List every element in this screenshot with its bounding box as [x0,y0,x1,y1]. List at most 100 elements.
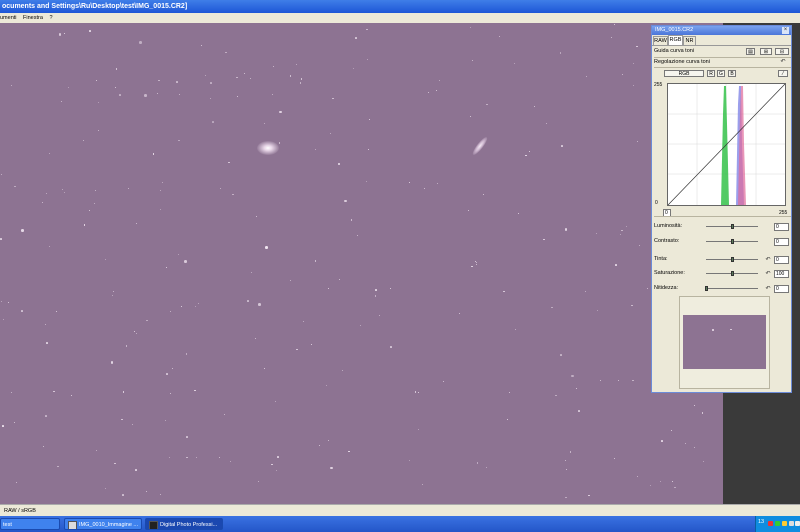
slider-thumb[interactable] [731,239,734,244]
slider-value-field[interactable]: 0 [774,285,789,293]
star [438,79,440,81]
star [58,33,62,36]
close-icon[interactable]: × [782,27,789,34]
slider-thumb[interactable] [731,271,734,276]
star [219,456,221,458]
star [408,181,411,184]
preview-star [712,329,714,331]
slider-thumb[interactable] [705,286,708,291]
channel-button-b[interactable]: B [728,70,736,77]
slider-label: Saturazione: [654,270,685,276]
star [476,261,478,263]
star [271,463,273,466]
curve-preset-icon[interactable]: ▤ [746,48,755,55]
curve-save-icon[interactable]: ⊟ [775,48,789,55]
star [632,62,635,65]
image-canvas[interactable] [0,23,723,504]
menu-item-strumenti[interactable]: umenti [0,15,17,21]
star [355,37,357,39]
star [275,469,277,471]
star [310,343,312,345]
curve-load-icon[interactable]: ⊞ [760,48,772,55]
tray-shield-icon[interactable] [768,521,773,526]
star [178,139,180,141]
star [0,238,2,240]
tab-rgb[interactable]: RGB [668,35,683,45]
star [128,187,130,189]
star [289,280,291,282]
star [356,234,359,237]
star [45,415,47,417]
menu-item-finestra[interactable]: Finestra [23,15,43,21]
star [13,421,16,424]
slider-value-field[interactable]: 0 [774,238,789,246]
slider-value-field[interactable]: 0 [774,256,789,264]
star [632,379,634,382]
tone-curve-graph[interactable] [667,83,786,206]
star [613,457,616,460]
star [258,303,261,306]
star [134,330,136,332]
tool-palette[interactable]: IMG_0015.CR2 × RAW RGB NR Guida curva to… [651,25,792,393]
palette-title-bar[interactable]: IMG_0015.CR2 × [652,26,791,35]
taskbar-item-immagine[interactable]: IMG_0010_Immagine ... [64,518,142,530]
star [352,67,354,69]
channel-button-r[interactable]: R [707,70,715,77]
slider-value-field[interactable]: 0 [774,223,789,231]
star [458,312,460,315]
star [83,224,85,226]
star [49,245,51,247]
tone-curve-adjust-label: Regolazione curva toni [654,59,710,65]
tray-volume-icon[interactable] [789,521,794,526]
star [21,229,24,232]
window-title-bar[interactable]: ocuments and Settings\Ru\Desktop\test\IM… [0,0,800,13]
star [437,182,439,184]
star [472,59,473,61]
navigator-preview[interactable] [683,315,766,369]
slider-value-field[interactable]: 100 [774,270,789,278]
reset-icon[interactable]: ↶ [765,271,771,277]
reset-icon[interactable]: ↶ [765,286,771,292]
eyedropper-icon[interactable]: ⁄ [778,70,788,77]
star [375,289,377,291]
star [631,304,633,307]
reset-icon[interactable]: ↶ [780,59,786,65]
slider-track[interactable] [706,288,758,289]
star [476,263,478,265]
channel-button-g[interactable]: G [717,70,725,77]
tray-alert-icon[interactable] [782,521,787,526]
taskbar-item-dpp[interactable]: Digital Photo Professi... [145,518,223,530]
star [599,380,601,382]
channel-button-rgb[interactable]: RGB [664,70,704,77]
star [359,325,361,327]
star [94,190,96,192]
reset-icon[interactable]: ↶ [765,257,771,263]
star [647,287,649,289]
star [436,89,438,91]
star [67,86,69,88]
star [325,384,328,387]
status-text: RAW / sRGB [4,508,36,514]
star [560,354,562,356]
star [341,369,344,372]
star [170,392,172,394]
tab-raw[interactable]: RAW [653,36,668,45]
star [82,139,84,141]
star [205,74,206,76]
star [344,199,347,203]
palette-title: IMG_0015.CR2 [655,27,694,33]
star [169,311,171,313]
tab-nr[interactable]: NR [683,36,696,45]
taskbar-item-test[interactable]: test [0,518,60,530]
star [596,310,598,312]
star [476,462,479,464]
slider-thumb[interactable] [731,257,734,262]
star [139,41,142,44]
tray-network-icon[interactable] [775,521,780,526]
slider-thumb[interactable] [731,224,734,229]
star [97,130,99,131]
tray-usb-icon[interactable] [795,521,800,526]
star [45,324,47,326]
menu-item-help[interactable]: ? [49,15,52,21]
star [185,353,187,355]
